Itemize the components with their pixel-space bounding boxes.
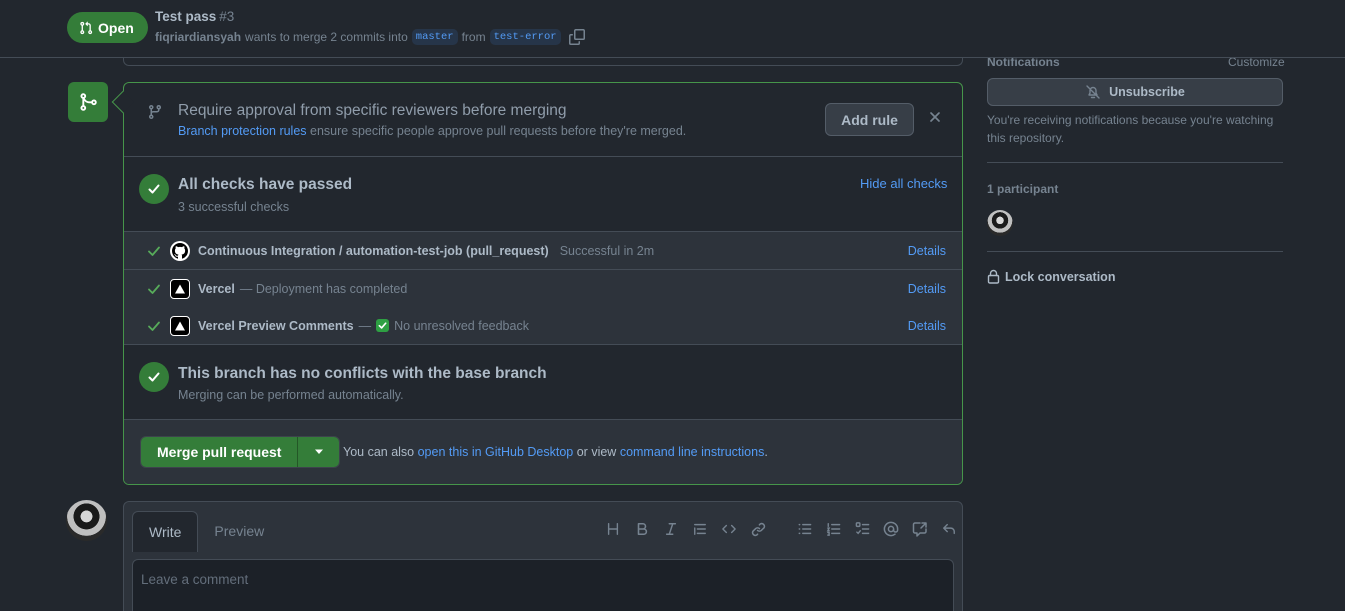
github-icon [170,240,190,261]
participants-heading: 1 participant [987,182,1059,196]
git-pull-request-icon [79,21,93,35]
unsubscribe-button[interactable]: Unsubscribe [987,78,1283,106]
pr-state-badge: Open [67,12,148,43]
merge-pull-request-button[interactable]: Merge pull request [141,437,298,467]
git-branch-icon [140,97,170,127]
checks-title: All checks have passed [178,176,353,193]
triangle-down-icon [314,449,324,455]
checkbox-check-icon [376,319,390,332]
check-icon [147,244,161,258]
ordered-list-icon[interactable] [824,520,842,538]
check-icon [147,319,161,333]
markdown-toolbar [604,520,958,538]
no-conflicts-subtitle: Merging can be performed automatically. [178,388,404,402]
no-conflicts-title: This branch has no conflicts with the ba… [178,365,547,382]
check-row-text: Vercel Preview Comments — No unresolved … [198,319,529,333]
pr-meta: fiqriardiansyah wants to merge 2 commits… [155,29,585,45]
vercel-icon [170,315,190,336]
sidebar-divider [987,251,1283,252]
pr-title-text: Test pass [155,9,217,24]
pr-meta-from: from [461,30,486,44]
check-status: No unresolved feedback [394,318,529,333]
quote-icon[interactable] [691,520,709,538]
pr-state-label: Open [98,19,134,36]
check-name: Continuous Integration / automation-test… [198,243,549,258]
mention-icon[interactable] [882,520,900,538]
tab-preview[interactable]: Preview [198,511,280,551]
no-conflicts-section: This branch has no conflicts with the ba… [124,345,962,420]
reply-icon[interactable] [940,520,958,538]
participant-avatar[interactable] [987,210,1013,236]
unsubscribe-label: Unsubscribe [1109,85,1185,99]
bell-slash-icon [1085,84,1101,100]
approval-desc: Branch protection rules ensure specific … [178,124,686,138]
pr-author-link[interactable]: fiqriardiansyah [155,30,241,44]
code-icon[interactable] [720,520,738,538]
comment-textarea[interactable]: Leave a comment [132,559,954,611]
lock-conversation-button[interactable]: Lock conversation [987,269,1115,284]
check-row: Vercel — Deployment has completed Detail… [124,270,962,308]
checks-section: All checks have passed 3 successful chec… [124,157,962,232]
head-branch-tag[interactable]: test-error [489,29,561,45]
check-circle-icon [139,174,169,204]
avatar[interactable] [66,500,107,541]
merge-hint-prefix: You can also [343,445,415,459]
pr-meta-text: wants to merge 2 commits into [245,30,408,44]
check-status: — Deployment has completed [239,281,408,296]
close-icon[interactable] [929,111,941,123]
details-link[interactable]: Details [908,319,946,333]
check-row-text: Continuous Integration / automation-test… [198,244,654,258]
lock-icon [987,269,1000,284]
comment-tabs: Write Preview [132,511,280,552]
merge-box: Require approval from specific reviewers… [123,82,963,485]
details-link[interactable]: Details [908,282,946,296]
base-branch-tag[interactable]: master [411,29,458,45]
add-rule-button[interactable]: Add rule [825,103,914,136]
task-list-icon[interactable] [853,520,871,538]
check-row: Continuous Integration / automation-test… [124,232,962,270]
merge-action-section: Merge pull request You can also open thi… [124,420,962,484]
check-status: Successful in 2m [559,243,655,258]
lock-conversation-label: Lock conversation [1005,269,1116,284]
check-name: Vercel Preview Comments [198,318,354,333]
check-row-text: Vercel — Deployment has completed [198,282,407,296]
pr-title: Test pass #3 [155,9,234,24]
check-circle-icon [139,362,169,392]
merge-hint-suffix: . [764,445,768,459]
merge-options-dropdown[interactable] [297,437,340,467]
tab-write[interactable]: Write [132,511,199,552]
checks-subtitle: 3 successful checks [178,200,290,214]
copy-icon[interactable] [568,29,585,45]
heading-icon[interactable] [604,520,622,538]
approval-desc-text: ensure specific people approve pull requ… [310,124,687,138]
cross-reference-icon[interactable] [911,520,929,538]
merge-hint: You can also open this in GitHub Desktop… [343,445,768,459]
unordered-list-icon[interactable] [795,520,813,538]
check-row: Vercel Preview Comments — No unresolved … [124,307,962,345]
notification-note: You're receiving notifications because y… [987,113,1274,145]
merge-hint-mid: or view [576,445,617,459]
check-separator: — [358,318,372,333]
bold-icon[interactable] [633,520,651,538]
approval-section: Require approval from specific reviewers… [124,83,962,157]
hide-all-checks-link[interactable]: Hide all checks [860,176,947,191]
comment-box: Write Preview Leave a comment [123,501,963,611]
pr-number: #3 [219,9,235,24]
vercel-icon [170,278,190,299]
merge-button-group: Merge pull request [140,436,341,468]
github-desktop-link[interactable]: open this in GitHub Desktop [418,445,574,459]
details-link[interactable]: Details [908,244,946,258]
branch-protection-link[interactable]: Branch protection rules [178,124,307,138]
git-merge-icon [68,82,108,122]
check-name: Vercel [198,281,235,296]
check-icon [147,282,161,296]
italic-icon[interactable] [662,520,680,538]
sticky-header: Open Test pass #3 fiqriardiansyah wants t… [0,0,1345,58]
approval-title: Require approval from specific reviewers… [178,102,567,119]
link-icon[interactable] [749,520,767,538]
sidebar-divider [987,162,1283,163]
command-line-instructions-link[interactable]: command line instructions [620,445,765,459]
